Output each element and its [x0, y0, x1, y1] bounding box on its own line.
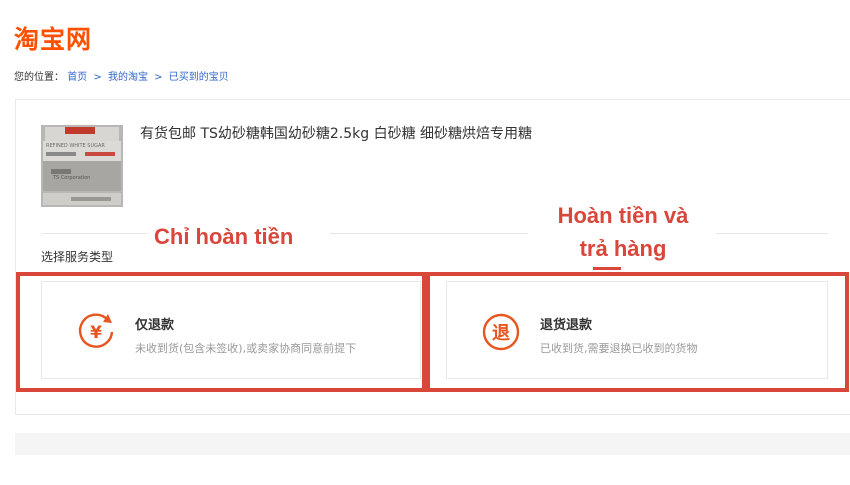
breadcrumb: 您的位置： 首页 > 我的淘宝 > 已买到的宝贝 — [14, 68, 229, 83]
breadcrumb-prefix: 您的位置： — [14, 72, 64, 83]
breadcrumb-separator: > — [93, 72, 102, 83]
section-divider — [330, 233, 528, 234]
footer-band — [15, 433, 850, 455]
annotation-return-refund-line1: Hoàn tiền và — [557, 203, 689, 228]
section-divider — [716, 233, 828, 234]
highlight-box-refund-only — [16, 272, 426, 392]
thumb-text-line2: TS Corporation — [52, 175, 90, 181]
annotation-return-refund-line2: trả hàng — [579, 236, 667, 261]
breadcrumb-home-link[interactable]: 首页 — [67, 72, 87, 83]
breadcrumb-separator: > — [154, 72, 163, 83]
annotation-refund-only: Chỉ hoàn tiền — [154, 224, 294, 249]
sugar-bag-image: REFINED WHITE SUGAR TS Corporation — [41, 125, 123, 207]
annotation-return-refund: Hoàn tiền và trả hàng — [538, 199, 708, 265]
highlight-box-return-refund — [426, 272, 849, 392]
annotation-underline — [593, 267, 621, 270]
product-thumbnail[interactable]: REFINED WHITE SUGAR TS Corporation — [41, 125, 123, 207]
service-type-label: 选择服务类型 — [41, 250, 114, 264]
product-title[interactable]: 有货包邮 TS幼砂糖韩国幼砂糖2.5kg 白砂糖 细砂糖烘焙专用糖 — [140, 123, 532, 143]
breadcrumb-purchased-link[interactable]: 已买到的宝贝 — [169, 72, 229, 83]
taobao-logo[interactable]: 淘宝网 — [14, 20, 92, 56]
thumb-text-line1: REFINED WHITE SUGAR — [46, 143, 105, 149]
section-divider — [41, 233, 147, 234]
breadcrumb-my-taobao-link[interactable]: 我的淘宝 — [108, 72, 148, 83]
